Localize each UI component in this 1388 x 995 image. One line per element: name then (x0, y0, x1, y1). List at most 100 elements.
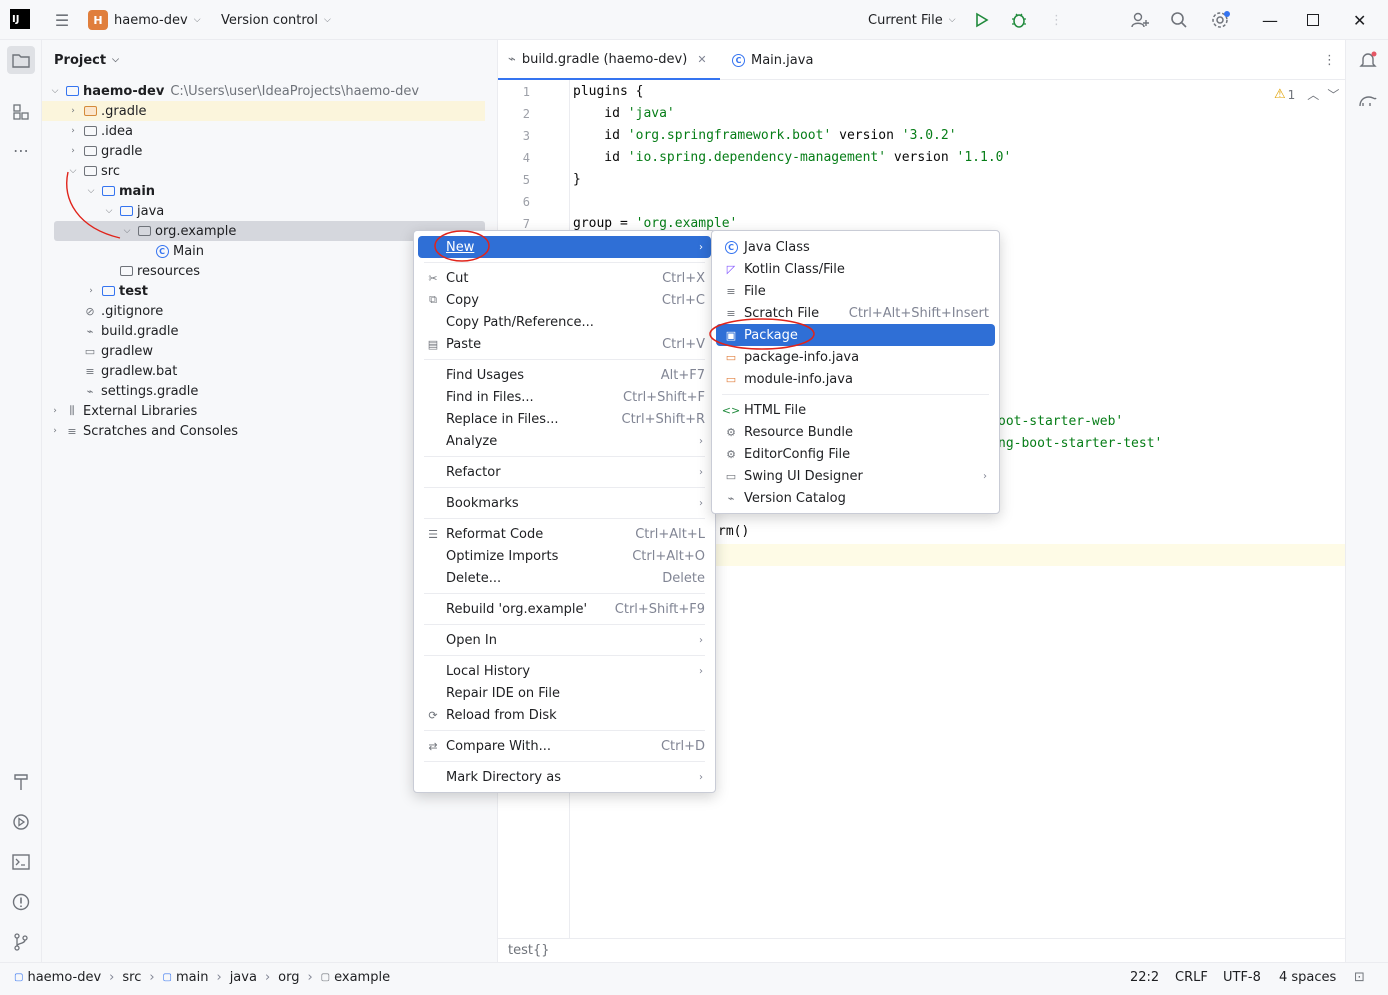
close-tab-icon[interactable]: ✕ (697, 53, 706, 66)
tab-main-java[interactable]: C Main.java (722, 40, 823, 80)
menu-item-analyze[interactable]: Analyze › (418, 430, 711, 452)
add-user-button[interactable] (1130, 0, 1150, 40)
run-config-dropdown[interactable]: Current File ⌵ (868, 0, 956, 40)
close-button[interactable]: ✕ (1353, 0, 1366, 40)
menu-item-swing-ui[interactable]: ▭ Swing UI Designer › (716, 465, 995, 487)
maximize-button[interactable] (1307, 0, 1319, 40)
tree-item-main[interactable]: ⌵ main (42, 181, 485, 201)
tree-item-gradle[interactable]: › gradle (42, 141, 485, 161)
main-menu-button[interactable]: ☰ (50, 0, 74, 40)
expanded-arrow-icon[interactable]: ⌵ (102, 206, 116, 216)
minimize-button[interactable]: — (1262, 0, 1278, 40)
vcs-dropdown[interactable]: Version control ⌵ (221, 0, 331, 40)
structure-tool-button[interactable] (7, 98, 35, 126)
menu-item-delete[interactable]: Delete... Delete (418, 567, 711, 589)
collapsed-arrow-icon[interactable]: › (66, 106, 80, 116)
collapsed-arrow-icon[interactable]: › (84, 286, 98, 296)
debug-button[interactable] (1010, 0, 1028, 40)
menu-item-cut[interactable]: ✂ Cut Ctrl+X (418, 267, 711, 289)
menu-item-resource-bundle[interactable]: ⚙ Resource Bundle (716, 421, 995, 443)
indent-setting[interactable]: 4 spaces (1279, 963, 1336, 991)
menu-item-find-usages[interactable]: Find Usages Alt+F7 (418, 364, 711, 386)
breadcrumb-item[interactable]: src (122, 970, 141, 985)
collapsed-arrow-icon[interactable]: › (48, 406, 62, 416)
caret-position[interactable]: 22:2 (1130, 963, 1159, 991)
notifications-button[interactable] (1355, 47, 1381, 73)
collapsed-arrow-icon[interactable]: › (66, 146, 80, 156)
menu-item-open-in[interactable]: Open In › (418, 629, 711, 651)
menu-item-java-class[interactable]: C Java Class (716, 236, 995, 258)
more-tools-icon[interactable]: ⋯ (7, 136, 35, 164)
inspection-widget[interactable]: ⚠ 1 ︿ ﹀ (1274, 86, 1339, 103)
tree-item-root[interactable]: ⌵ haemo-dev C:\Users\user\IdeaProjects\h… (42, 81, 485, 101)
tab-options-icon[interactable]: ⋮ (1313, 40, 1346, 80)
chevron-up-icon[interactable]: ︿ (1307, 86, 1319, 103)
menu-item-rebuild[interactable]: Rebuild 'org.example' Ctrl+Shift+F9 (418, 598, 711, 620)
breadcrumb-item[interactable]: test{} (508, 943, 550, 958)
terminal-tool-button[interactable] (7, 848, 35, 876)
breadcrumb-item[interactable]: haemo-dev (27, 970, 101, 985)
menu-item-copy[interactable]: ⧉ Copy Ctrl+C (418, 289, 711, 311)
gradle-tool-button[interactable] (1355, 87, 1381, 113)
menu-item-replace-in-files[interactable]: Replace in Files... Ctrl+Shift+R (418, 408, 711, 430)
lock-icon[interactable]: ⊡ (1354, 963, 1365, 991)
menu-item-html-file[interactable]: <> HTML File (716, 399, 995, 421)
breadcrumb-item[interactable]: example (334, 970, 390, 985)
menu-item-label: Java Class (744, 239, 810, 255)
chevron-down-icon[interactable]: ﹀ (1327, 86, 1339, 103)
menu-item-find-in-files[interactable]: Find in Files... Ctrl+Shift+F (418, 386, 711, 408)
tree-item-idea[interactable]: › .idea (42, 121, 485, 141)
menu-item-file[interactable]: ≡ File (716, 280, 995, 302)
menu-item-compare-with[interactable]: ⇄ Compare With... Ctrl+D (418, 735, 711, 757)
menu-item-package[interactable]: ▣ Package (716, 324, 995, 346)
module-folder-icon (100, 284, 116, 298)
menu-item-editorconfig[interactable]: ⚙ EditorConfig File (716, 443, 995, 465)
line-separator[interactable]: CRLF (1175, 963, 1208, 991)
build-tool-button[interactable] (7, 768, 35, 796)
menu-item-copy-path[interactable]: Copy Path/Reference... (418, 311, 711, 333)
expanded-arrow-icon[interactable]: ⌵ (48, 86, 62, 96)
tree-item-src[interactable]: ⌵ src (42, 161, 485, 181)
editor-breadcrumb[interactable]: test{} (498, 938, 1345, 962)
project-panel-header[interactable]: Project ⌵ (42, 40, 497, 80)
menu-item-label: Cut (446, 270, 469, 286)
breadcrumb-item[interactable]: org (278, 970, 299, 985)
menu-item-refactor[interactable]: Refactor › (418, 461, 711, 483)
settings-button[interactable] (1210, 0, 1232, 40)
breadcrumb-item[interactable]: java (230, 970, 257, 985)
run-button[interactable] (973, 0, 989, 40)
services-tool-button[interactable] (7, 808, 35, 836)
menu-item-mark-directory[interactable]: Mark Directory as › (418, 766, 711, 788)
menu-item-module-info[interactable]: ▭ module-info.java (716, 368, 995, 390)
menu-item-reformat-code[interactable]: ☰ Reformat Code Ctrl+Alt+L (418, 523, 711, 545)
file-encoding[interactable]: UTF-8 (1223, 963, 1261, 991)
tree-item-gradle-cache[interactable]: › .gradle (42, 101, 485, 121)
tree-item-java[interactable]: ⌵ java (42, 201, 485, 221)
collapsed-arrow-icon[interactable]: › (66, 126, 80, 136)
expanded-arrow-icon[interactable]: ⌵ (66, 166, 80, 176)
project-switcher[interactable]: H haemo-dev ⌵ (88, 0, 201, 40)
tab-build-gradle[interactable]: ⌁ build.gradle (haemo-dev) ✕ (498, 40, 720, 80)
more-actions-icon[interactable]: ⋮ (1050, 0, 1063, 40)
breadcrumb-item[interactable]: main (176, 970, 208, 985)
problems-tool-button[interactable] (7, 888, 35, 916)
project-tool-button[interactable] (7, 46, 35, 74)
menu-item-optimize-imports[interactable]: Optimize Imports Ctrl+Alt+O (418, 545, 711, 567)
menu-item-label: Scratch File (744, 305, 820, 321)
menu-item-local-history[interactable]: Local History › (418, 660, 711, 682)
menu-item-package-info[interactable]: ▭ package-info.java (716, 346, 995, 368)
menu-item-repair-ide[interactable]: Repair IDE on File (418, 682, 711, 704)
menu-item-new[interactable]: New › (418, 236, 711, 258)
search-button[interactable] (1170, 0, 1188, 40)
git-tool-button[interactable] (7, 928, 35, 956)
intellij-logo-icon[interactable]: IJ (10, 9, 30, 29)
collapsed-arrow-icon[interactable]: › (48, 426, 62, 436)
menu-item-reload-from-disk[interactable]: ⟳ Reload from Disk (418, 704, 711, 726)
menu-item-bookmarks[interactable]: Bookmarks › (418, 492, 711, 514)
expanded-arrow-icon[interactable]: ⌵ (120, 226, 134, 236)
menu-item-version-catalog[interactable]: ⌁ Version Catalog (716, 487, 995, 509)
menu-item-paste[interactable]: ▤ Paste Ctrl+V (418, 333, 711, 355)
menu-item-kotlin-class[interactable]: ◸ Kotlin Class/File (716, 258, 995, 280)
menu-item-scratch-file[interactable]: ≡ Scratch File Ctrl+Alt+Shift+Insert (716, 302, 995, 324)
expanded-arrow-icon[interactable]: ⌵ (84, 186, 98, 196)
